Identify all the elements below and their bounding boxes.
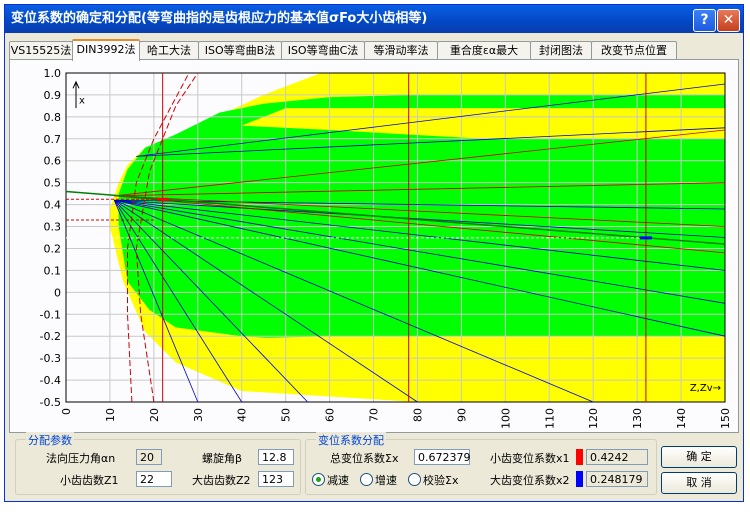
- x-tick-label: 20: [148, 408, 161, 422]
- total-shift-field[interactable]: 0.672379: [414, 449, 471, 465]
- tab-pitch-point[interactable]: 改变节点位置: [591, 41, 677, 59]
- x-tick-label: 0: [60, 408, 73, 415]
- y-tick-label: 0.5: [44, 177, 62, 190]
- title-bar: 变位系数的确定和分配(等弯曲指的是齿根应力的基本值σFo大小齿相等) ? ✕: [5, 5, 743, 33]
- x2-field: 0.248179: [586, 471, 648, 487]
- y-tick-label: -0.4: [40, 374, 61, 387]
- radio-check-sum-label[interactable]: 校验Σx: [423, 472, 458, 488]
- y-tick-label: 0.7: [44, 133, 62, 146]
- x-tick-label: 40: [236, 408, 249, 422]
- tab-equal-slide[interactable]: 等滑动率法: [364, 41, 438, 59]
- x-tick-label: 130: [631, 408, 644, 429]
- x-tick-label: 60: [324, 408, 337, 422]
- x-tick-label: 90: [455, 408, 468, 422]
- x-tick-label: 110: [543, 408, 556, 429]
- close-button[interactable]: ✕: [717, 9, 740, 32]
- x-tick-label: 80: [411, 408, 424, 422]
- x-tick-label: 10: [104, 408, 117, 422]
- large-teeth-label: 大齿齿数Z2: [192, 474, 251, 487]
- radio-accelerate-label[interactable]: 增速: [375, 472, 397, 488]
- x-tick-label: 100: [499, 408, 512, 429]
- dist-params-title: 分配参数: [26, 432, 74, 448]
- main-window: 变位系数的确定和分配(等弯曲指的是齿根应力的基本值σFo大小齿相等) ? ✕ V…: [4, 4, 744, 502]
- pressure-angle-label: 法向压力角αn: [46, 452, 116, 465]
- tab-closed-chart[interactable]: 封闭图法: [530, 41, 592, 59]
- tab-iso-b[interactable]: ISO等弯曲B法: [198, 41, 282, 59]
- dist-params-group: 分配参数 法向压力角αn 20 螺旋角β 12.8 小齿齿数Z1 22 大齿齿数…: [15, 432, 301, 495]
- y-tick-label: 0.4: [44, 199, 62, 212]
- y-tick-label: -0.1: [40, 308, 61, 321]
- y-axis-label: x: [79, 96, 85, 107]
- tab-iso-c[interactable]: ISO等弯曲C法: [281, 41, 365, 59]
- y-tick-label: 0.2: [44, 242, 62, 255]
- shift-dist-group: 变位系数分配 总变位系数Σx 0.672379 小齿变位系数x1 0.4242 …: [305, 432, 657, 495]
- x2-color-swatch: [576, 471, 583, 487]
- tab-max-contact-ratio[interactable]: 重合度εα最大: [437, 41, 531, 59]
- shift-dist-title: 变位系数分配: [316, 432, 386, 448]
- x1-color-swatch: [576, 449, 583, 465]
- small-teeth-label: 小齿齿数Z1: [60, 474, 119, 487]
- x-tick-label: 70: [368, 408, 381, 422]
- x-axis-label: Z,Zv→: [690, 383, 721, 394]
- x-tick-label: 150: [719, 408, 732, 429]
- y-tick-label: -0.5: [40, 396, 61, 409]
- helix-angle-field[interactable]: 12.8: [258, 449, 294, 465]
- y-tick-label: 1.0: [44, 67, 62, 80]
- y-tick-label: -0.2: [40, 330, 61, 343]
- help-button[interactable]: ?: [693, 9, 716, 32]
- x-tick-label: 30: [192, 408, 205, 422]
- x-tick-label: 140: [675, 408, 688, 429]
- tab-din3992[interactable]: DIN3992法: [72, 39, 140, 61]
- tab-panel: 1.0 0.9 0.8 0.7 0.6 0.5 0.4 0.3 0.2 0.1 0 -0.1 -0.2 -…: [9, 59, 739, 433]
- large-teeth-field[interactable]: 123: [258, 471, 294, 487]
- y-tick-label: 0.9: [44, 89, 62, 102]
- y-tick-label: 0: [54, 286, 61, 299]
- cancel-button[interactable]: 取 消: [661, 472, 737, 494]
- pressure-angle-field[interactable]: 20: [136, 449, 162, 465]
- x2-label: 大齿变位系数x2: [490, 474, 570, 487]
- small-teeth-field[interactable]: 22: [136, 471, 172, 487]
- radio-accelerate[interactable]: [360, 473, 373, 486]
- x-tick-label: 50: [280, 408, 293, 422]
- y-tick-label: 0.6: [44, 155, 62, 168]
- radio-check-sum[interactable]: [408, 473, 421, 486]
- radio-decelerate[interactable]: [312, 473, 325, 486]
- y-tick-label: 0.8: [44, 111, 62, 124]
- radio-decelerate-label[interactable]: 减速: [327, 472, 349, 488]
- shift-coefficient-chart[interactable]: 1.0 0.9 0.8 0.7 0.6 0.5 0.4 0.3 0.2 0.1 0 -0.1 -0.2 -…: [10, 60, 738, 432]
- helix-angle-label: 螺旋角β: [202, 452, 243, 465]
- x1-field: 0.4242: [586, 449, 648, 465]
- x-tick-label: 120: [587, 408, 600, 429]
- y-tick-label: 0.3: [44, 221, 62, 234]
- tab-vs15525[interactable]: VS15525法: [9, 41, 73, 59]
- tab-hit[interactable]: 哈工大法: [139, 41, 199, 59]
- y-tick-label: -0.3: [40, 352, 61, 365]
- x1-label: 小齿变位系数x1: [490, 452, 570, 465]
- window-title: 变位系数的确定和分配(等弯曲指的是齿根应力的基本值σFo大小齿相等): [11, 11, 428, 26]
- y-tick-label: 0.1: [44, 264, 62, 277]
- total-shift-label: 总变位系数Σx: [330, 452, 399, 465]
- ok-button[interactable]: 确 定: [661, 446, 737, 468]
